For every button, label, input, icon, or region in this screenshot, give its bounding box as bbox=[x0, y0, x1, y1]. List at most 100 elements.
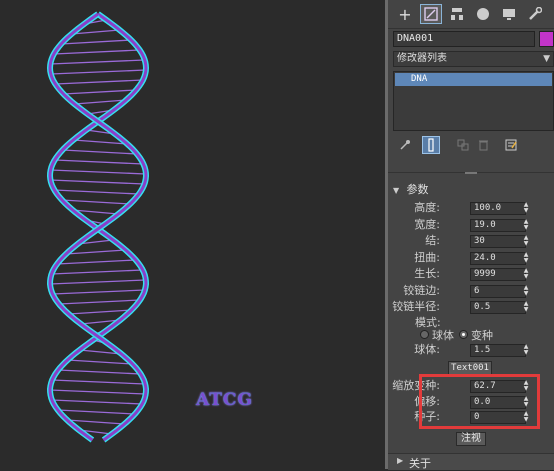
dna-rung bbox=[62, 149, 138, 155]
param-label: 铰链半径: bbox=[392, 300, 440, 313]
stack-toolbar bbox=[388, 136, 554, 156]
modify-icon bbox=[424, 7, 438, 21]
param-spinner[interactable]: ▲ ▼ bbox=[522, 235, 530, 248]
dna-strands bbox=[46, 11, 150, 443]
param-field[interactable]: 100.0 bbox=[470, 202, 526, 215]
dna-rung bbox=[63, 89, 137, 95]
mode-variant-label: 变种 bbox=[471, 329, 493, 342]
param-label: 铰链边: bbox=[403, 283, 440, 297]
modifier-list-dropdown[interactable]: 修改器列表 ▼ bbox=[393, 51, 554, 67]
make-unique-icon[interactable] bbox=[454, 136, 472, 154]
param-field[interactable]: 30 bbox=[470, 235, 526, 248]
stack-item-dna[interactable]: DNA bbox=[395, 73, 552, 86]
object-name-field[interactable]: DNA001 bbox=[393, 31, 535, 47]
param-spinner[interactable]: ▲ ▼ bbox=[522, 268, 530, 281]
hierarchy-icon bbox=[451, 8, 463, 20]
modifier-list-label: 修改器列表 bbox=[397, 53, 447, 64]
param-row: 扭曲: 24.0 ▲ ▼ bbox=[388, 251, 554, 265]
register-button[interactable]: 注视 bbox=[456, 432, 486, 446]
param-row: 铰链边: 6 ▲ ▼ bbox=[388, 284, 554, 298]
dna-rung bbox=[54, 159, 144, 165]
param-row: 铰链半径: 0.5 ▲ ▼ bbox=[388, 300, 554, 314]
dna-rung bbox=[52, 289, 145, 295]
viewport[interactable]: ATCG bbox=[0, 0, 385, 469]
param-field[interactable]: 6 bbox=[470, 284, 526, 298]
sphere-label: 球体: bbox=[414, 343, 440, 356]
chevron-down-icon: ▼ bbox=[543, 54, 550, 64]
motion-tab[interactable] bbox=[472, 4, 494, 24]
rollout-params-header[interactable]: ▼ 参数 bbox=[393, 181, 549, 196]
command-panel-tabs: + bbox=[388, 0, 554, 29]
remove-modifier-icon[interactable] bbox=[474, 136, 492, 154]
wrench-icon bbox=[529, 7, 542, 20]
modify-tab[interactable] bbox=[420, 4, 442, 24]
dna-rung bbox=[57, 409, 135, 415]
param-label: 生长: bbox=[414, 267, 440, 280]
param-spinner[interactable]: ▲ ▼ bbox=[522, 202, 530, 215]
param-field[interactable]: 24.0 bbox=[470, 251, 526, 265]
text-object-button[interactable]: Text001 bbox=[448, 361, 492, 375]
rollout-params-title: 参数 bbox=[406, 183, 429, 196]
dna-helix-model bbox=[46, 11, 150, 443]
dna-rung bbox=[49, 389, 146, 395]
param-spinner[interactable]: ▲ ▼ bbox=[522, 218, 530, 232]
configure-sets-icon[interactable] bbox=[502, 136, 520, 154]
dna-rung bbox=[50, 169, 146, 175]
viewport-text-object: ATCG bbox=[196, 390, 253, 410]
dna-strand-b-outline bbox=[46, 11, 150, 443]
param-row: 生长: 9999 ▲ ▼ bbox=[388, 267, 554, 281]
create-tab[interactable]: + bbox=[394, 4, 416, 24]
param-field[interactable]: 0.5 bbox=[470, 301, 526, 314]
pin-stack-icon[interactable] bbox=[396, 136, 414, 154]
sphere-row: 球体: 1.5 ▲ ▼ bbox=[388, 343, 554, 357]
dna-rung bbox=[50, 279, 146, 285]
plus-icon: + bbox=[398, 4, 412, 24]
dna-rung bbox=[55, 79, 143, 85]
show-end-result-icon[interactable] bbox=[422, 136, 440, 154]
param-spinner[interactable]: ▲ ▼ bbox=[522, 251, 530, 265]
dna-rung bbox=[51, 399, 143, 405]
dna-rung bbox=[51, 269, 143, 275]
display-tab[interactable] bbox=[498, 4, 520, 24]
param-row: 高度: 100.0 ▲ ▼ bbox=[388, 201, 554, 215]
param-spinner[interactable]: ▲ ▼ bbox=[522, 284, 530, 298]
mode-sphere-label: 球体 bbox=[432, 329, 454, 342]
param-field[interactable]: 9999 bbox=[470, 268, 526, 281]
hierarchy-tab[interactable] bbox=[446, 4, 468, 24]
param-row: 结: 30 ▲ ▼ bbox=[388, 234, 554, 248]
dna-rung bbox=[53, 49, 140, 55]
utilities-tab[interactable] bbox=[524, 4, 546, 24]
annotation-highlight-box bbox=[419, 374, 540, 429]
dna-rung bbox=[67, 359, 133, 365]
motion-sphere-icon bbox=[477, 8, 489, 20]
dna-rung bbox=[56, 259, 136, 265]
dna-rung bbox=[50, 179, 145, 185]
modifier-stack[interactable]: DNA bbox=[393, 71, 554, 131]
dna-rung bbox=[65, 249, 126, 255]
param-label: 宽度: bbox=[414, 217, 440, 231]
object-color-swatch[interactable] bbox=[539, 31, 554, 47]
dna-rung bbox=[54, 189, 140, 195]
dna-rung bbox=[58, 369, 141, 375]
dna-rung bbox=[61, 199, 131, 205]
dna-rung bbox=[68, 309, 132, 315]
sphere-spinner[interactable]: ▲ ▼ bbox=[522, 344, 530, 357]
rollout-about-header[interactable]: ▶ 关于 bbox=[388, 453, 554, 470]
dna-rung bbox=[50, 59, 145, 65]
mode-variant-radio[interactable] bbox=[459, 330, 468, 339]
expand-triangle-icon: ▶ bbox=[397, 456, 404, 465]
dna-rung bbox=[52, 379, 146, 385]
param-label: 结: bbox=[425, 234, 440, 247]
dna-rung bbox=[50, 69, 146, 75]
dna-rung bbox=[61, 39, 132, 45]
param-label: 扭曲: bbox=[414, 250, 440, 264]
dna-rung bbox=[66, 419, 125, 425]
monitor-icon bbox=[503, 9, 515, 20]
param-spinner[interactable]: ▲ ▼ bbox=[522, 301, 530, 314]
param-field[interactable]: 19.0 bbox=[470, 218, 526, 232]
mode-sphere-radio[interactable] bbox=[420, 330, 429, 339]
panel-grip[interactable] bbox=[465, 172, 477, 174]
sphere-field[interactable]: 1.5 bbox=[470, 344, 526, 357]
dna-rung bbox=[58, 299, 141, 305]
param-label: 高度: bbox=[414, 201, 440, 214]
